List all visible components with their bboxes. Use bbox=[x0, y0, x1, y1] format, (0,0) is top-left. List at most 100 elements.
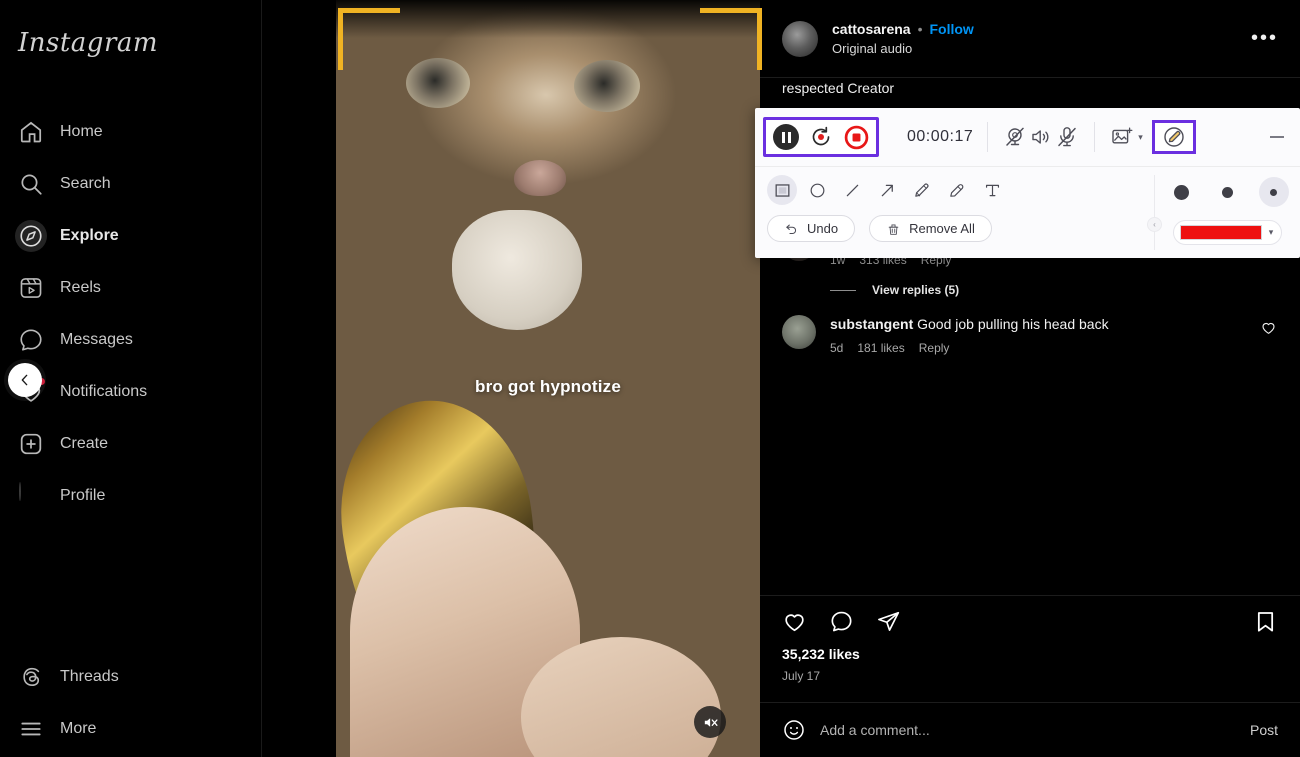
sidebar-item-label: Explore bbox=[60, 227, 119, 244]
comment-reply-button[interactable]: Reply bbox=[919, 341, 950, 355]
annotation-toggle[interactable] bbox=[1151, 120, 1196, 154]
bookmark-icon bbox=[1257, 612, 1274, 632]
share-button[interactable] bbox=[876, 609, 901, 639]
instagram-logo[interactable]: Instagram bbox=[18, 28, 158, 58]
pencil-tool[interactable] bbox=[907, 175, 937, 205]
line-icon bbox=[846, 184, 858, 196]
post-header: cattosarena • Follow Original audio ••• bbox=[760, 0, 1300, 78]
pen-circle-icon bbox=[1164, 127, 1184, 147]
sidebar-item-create[interactable]: Create bbox=[0, 418, 262, 470]
post-options-button[interactable]: ••• bbox=[1247, 27, 1282, 50]
sidebar-item-more[interactable]: More bbox=[0, 703, 262, 755]
heart-icon bbox=[1262, 322, 1275, 334]
undo-button[interactable]: Undo bbox=[767, 215, 856, 242]
chevron-down-icon: ▾ bbox=[1268, 227, 1274, 237]
heart-icon bbox=[785, 614, 804, 632]
post-author-block: cattosarena • Follow Original audio bbox=[832, 21, 1247, 56]
author-avatar[interactable] bbox=[782, 20, 818, 57]
color-picker[interactable]: ▾ bbox=[1172, 220, 1283, 245]
recording-controls-group bbox=[763, 117, 879, 157]
stroke-size-group bbox=[1167, 177, 1289, 207]
sidebar-collapse-button[interactable] bbox=[8, 363, 42, 397]
stop-button[interactable] bbox=[843, 124, 869, 150]
pencil-icon bbox=[915, 183, 929, 197]
like-button[interactable] bbox=[782, 609, 807, 639]
microphone-toggle[interactable] bbox=[1054, 124, 1080, 150]
commenter-avatar[interactable] bbox=[782, 315, 816, 349]
chevron-down-icon: ▾ bbox=[1138, 131, 1143, 142]
rectangle-icon bbox=[775, 183, 789, 197]
image-capture-icon bbox=[1109, 124, 1135, 150]
size-small[interactable] bbox=[1258, 177, 1289, 207]
post-author-username[interactable]: cattosarena bbox=[832, 21, 911, 37]
likes-count[interactable]: 35,232 likes bbox=[782, 646, 1278, 662]
undo-icon bbox=[786, 224, 796, 234]
ellipse-tool[interactable] bbox=[802, 175, 832, 205]
sidebar-item-reels[interactable]: Reels bbox=[0, 262, 262, 314]
highlighter-tool[interactable] bbox=[942, 175, 972, 205]
sidebar-item-home[interactable]: Home bbox=[0, 106, 262, 158]
size-medium[interactable] bbox=[1213, 177, 1243, 207]
webcam-toggle[interactable] bbox=[1002, 124, 1028, 150]
webcam-off-icon bbox=[1006, 127, 1025, 146]
minimize-button[interactable] bbox=[1264, 136, 1290, 138]
video-caption-overlay: bro got hypnotize bbox=[475, 377, 621, 396]
save-button[interactable] bbox=[1253, 609, 1278, 639]
follow-button[interactable]: Follow bbox=[930, 21, 974, 37]
microphone-off-icon bbox=[1058, 127, 1077, 147]
reel-video-player[interactable]: bro got hypnotize bbox=[336, 0, 760, 757]
comment-likes[interactable]: 181 likes bbox=[857, 341, 904, 355]
sidebar-item-threads[interactable]: Threads bbox=[0, 651, 262, 703]
sidebar-item-label: Create bbox=[60, 435, 109, 452]
pause-button[interactable] bbox=[773, 124, 799, 150]
commenter-username[interactable]: substangent bbox=[830, 316, 913, 332]
arrow-tool[interactable] bbox=[872, 175, 902, 205]
add-comment-input[interactable] bbox=[820, 722, 1250, 738]
panel-collapse-handle[interactable]: ‹ bbox=[1147, 217, 1162, 232]
hamburger-icon bbox=[18, 716, 44, 742]
remove-all-button[interactable]: Remove All bbox=[869, 215, 992, 242]
sidebar-item-profile[interactable]: Profile bbox=[0, 470, 262, 522]
screen-recording-of-instagram: Instagram Home Search Explore Reels Mess… bbox=[0, 0, 1300, 757]
replies-divider-line bbox=[830, 289, 856, 291]
sidebar-item-label: Search bbox=[60, 175, 111, 192]
sidebar-item-messages[interactable]: Messages bbox=[0, 314, 262, 366]
emoji-picker-button[interactable] bbox=[782, 718, 806, 742]
post-comment-button[interactable]: Post bbox=[1250, 722, 1278, 738]
video-mute-button[interactable] bbox=[694, 706, 726, 738]
comment-like-button[interactable] bbox=[1260, 315, 1278, 355]
restart-button[interactable] bbox=[808, 124, 834, 150]
line-tool[interactable] bbox=[837, 175, 867, 205]
sidebar-item-explore[interactable]: Explore bbox=[0, 210, 262, 262]
speaker-muted-icon bbox=[704, 717, 718, 727]
speaker-icon bbox=[1032, 130, 1049, 144]
rectangle-tool[interactable] bbox=[767, 175, 797, 205]
emoji-icon bbox=[784, 720, 804, 740]
sidebar-bottom-nav: Threads More bbox=[0, 651, 262, 757]
highlighter-icon bbox=[950, 184, 964, 197]
screenshot-button[interactable]: ▾ bbox=[1109, 124, 1143, 150]
sidebar-item-label: Messages bbox=[60, 331, 133, 348]
add-comment-bar: Post bbox=[760, 702, 1300, 757]
sidebar-item-search[interactable]: Search bbox=[0, 158, 262, 210]
sidebar-nav: Home Search Explore Reels Messages Notif… bbox=[0, 106, 262, 522]
separator-dot: • bbox=[917, 21, 923, 37]
undo-label: Undo bbox=[807, 221, 839, 236]
text-tool[interactable] bbox=[977, 175, 1007, 205]
drawing-tools-row bbox=[767, 175, 1154, 205]
sidebar-item-label: More bbox=[60, 720, 97, 737]
cat-paw bbox=[452, 210, 582, 330]
cat-eye-left bbox=[406, 58, 470, 108]
trash-broom-icon bbox=[888, 224, 899, 235]
cat-eye-right bbox=[574, 60, 640, 112]
view-replies-button[interactable]: View replies (5) bbox=[872, 283, 959, 297]
audio-label[interactable]: Original audio bbox=[832, 41, 1247, 56]
stop-icon bbox=[844, 125, 868, 149]
sidebar-item-label: Notifications bbox=[60, 383, 148, 400]
comment-text: Good job pulling his head back bbox=[917, 316, 1109, 332]
view-replies-row[interactable]: View replies (5) bbox=[760, 267, 1300, 297]
comment-button[interactable] bbox=[829, 609, 854, 639]
size-large[interactable] bbox=[1167, 177, 1197, 207]
cat-nose bbox=[514, 160, 566, 196]
speaker-toggle[interactable] bbox=[1028, 124, 1054, 150]
